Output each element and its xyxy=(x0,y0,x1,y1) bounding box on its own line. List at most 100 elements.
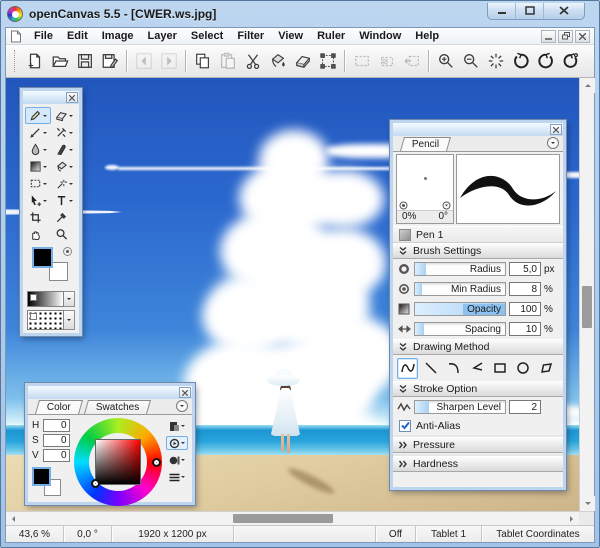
swap-colors-icon[interactable] xyxy=(63,247,72,256)
title-bar[interactable]: openCanvas 5.5 - [CWER.ws.jpg] xyxy=(5,1,595,27)
tool-pen[interactable] xyxy=(25,124,51,141)
tool-dropdown-icon[interactable] xyxy=(43,114,47,119)
horizontal-scroll-thumb[interactable] xyxy=(232,514,333,523)
tool-palette-titlebar[interactable] xyxy=(23,91,79,104)
brush-tip-preview[interactable]: 0% 0° xyxy=(396,154,454,224)
method-freehand-icon[interactable] xyxy=(397,357,418,379)
tool-finger[interactable] xyxy=(51,141,77,158)
cut-button[interactable] xyxy=(240,49,265,74)
tab-color[interactable]: Color xyxy=(34,400,83,414)
color-panel-titlebar[interactable] xyxy=(28,386,192,399)
mode-wheel-icon[interactable] xyxy=(165,436,188,450)
scroll-down-arrow[interactable] xyxy=(580,496,595,511)
tool-waterdrop[interactable] xyxy=(25,141,51,158)
pencil-panel-titlebar[interactable] xyxy=(393,123,563,136)
tool-eyedropper[interactable] xyxy=(51,209,77,226)
foreground-color-swatch[interactable] xyxy=(32,247,53,268)
radius-slider[interactable]: Radius xyxy=(414,262,506,276)
close-icon[interactable] xyxy=(179,387,191,398)
tool-hand[interactable] xyxy=(25,226,51,243)
mode-sliders-icon[interactable] xyxy=(166,470,189,484)
method-line-icon[interactable] xyxy=(420,358,441,379)
rotate-ccw-button[interactable] xyxy=(508,49,533,74)
pen-preset-row[interactable]: Pen 1 xyxy=(393,226,563,243)
save-button[interactable] xyxy=(72,49,97,74)
menu-edit[interactable]: Edit xyxy=(61,29,94,43)
panel-menu-icon[interactable] xyxy=(176,400,188,412)
close-button[interactable] xyxy=(544,3,584,19)
toolbar-grip[interactable] xyxy=(14,50,17,72)
vertical-scroll-thumb[interactable] xyxy=(582,286,592,329)
section-brush-settings[interactable]: Brush Settings xyxy=(393,243,563,259)
scroll-right-arrow[interactable] xyxy=(564,512,579,526)
menu-select[interactable]: Select xyxy=(185,29,229,43)
mdi-restore-button[interactable] xyxy=(558,29,573,43)
spacing-value[interactable]: 10 xyxy=(509,322,541,336)
saturation-field[interactable]: 0 xyxy=(43,434,70,447)
deselect-button[interactable] xyxy=(374,49,399,74)
saturation-value-square[interactable] xyxy=(94,439,141,485)
menu-ruler[interactable]: Ruler xyxy=(311,29,351,43)
fill-button[interactable] xyxy=(265,49,290,74)
tab-pencil[interactable]: Pencil xyxy=(399,137,452,151)
zoom-out-button[interactable] xyxy=(458,49,483,74)
pattern-preview[interactable] xyxy=(27,310,65,330)
save-as-button[interactable] xyxy=(97,49,122,74)
opacity-value[interactable]: 100 xyxy=(509,302,541,316)
foreground-color-swatch[interactable] xyxy=(32,467,51,486)
maximize-button[interactable] xyxy=(516,2,544,19)
radius-value[interactable]: 5,0 xyxy=(509,262,541,276)
menu-window[interactable]: Window xyxy=(353,29,407,43)
mdi-close-button[interactable] xyxy=(575,29,590,43)
eraser-button[interactable] xyxy=(290,49,315,74)
minimize-button[interactable] xyxy=(488,2,516,19)
tool-crop[interactable] xyxy=(25,209,51,226)
vertical-scrollbar[interactable] xyxy=(579,78,595,511)
tool-object-select[interactable] xyxy=(25,192,51,209)
pattern-dropdown[interactable] xyxy=(64,310,75,330)
zoom-in-button[interactable] xyxy=(433,49,458,74)
actual-size-button[interactable] xyxy=(483,49,508,74)
tool-select[interactable] xyxy=(25,175,51,192)
menu-layer[interactable]: Layer xyxy=(142,29,183,43)
method-ellipse-icon[interactable] xyxy=(512,358,533,379)
tool-eraser[interactable] xyxy=(51,107,77,124)
value-field[interactable]: 0 xyxy=(43,449,70,462)
method-polygon-icon[interactable] xyxy=(535,358,556,379)
menu-help[interactable]: Help xyxy=(409,29,445,43)
canvas[interactable]: Color Swatches H0 S0 V0 Pencil 0% 0° Pen… xyxy=(6,78,579,511)
close-icon[interactable] xyxy=(550,124,562,135)
sv-selector[interactable] xyxy=(90,479,100,488)
horizontal-scrollbar[interactable] xyxy=(6,511,579,526)
tool-pencil[interactable] xyxy=(25,107,51,124)
move-selection-button[interactable] xyxy=(399,49,424,74)
section-stroke-option[interactable]: Stroke Option xyxy=(393,381,563,397)
hue-field[interactable]: 0 xyxy=(43,419,70,432)
back-button[interactable] xyxy=(131,49,156,74)
paste-button[interactable] xyxy=(215,49,240,74)
min-radius-value[interactable]: 8 xyxy=(509,282,541,296)
color-wheel[interactable] xyxy=(73,418,162,506)
min-radius-slider[interactable]: Min Radius xyxy=(414,282,506,296)
section-drawing-method[interactable]: Drawing Method xyxy=(393,339,563,355)
anti-alias-checkbox[interactable] xyxy=(399,419,411,432)
tip-dropdown-icon[interactable] xyxy=(442,201,451,210)
hue-selector[interactable] xyxy=(151,458,161,467)
rotate-cw-button[interactable] xyxy=(533,49,558,74)
tool-magic-wand[interactable] xyxy=(51,175,77,192)
menu-view[interactable]: View xyxy=(272,29,309,43)
method-polyline-icon[interactable] xyxy=(466,358,487,379)
menu-image[interactable]: Image xyxy=(96,29,140,43)
tab-swatches[interactable]: Swatches xyxy=(83,400,152,414)
scroll-up-arrow[interactable] xyxy=(580,78,595,93)
mode-bar-icon[interactable] xyxy=(166,453,189,467)
forward-button[interactable] xyxy=(156,49,181,74)
tool-gradation[interactable] xyxy=(25,158,51,175)
new-file-button[interactable] xyxy=(22,49,47,74)
close-icon[interactable] xyxy=(66,92,78,103)
tool-zoom[interactable] xyxy=(51,226,77,243)
copy-button[interactable] xyxy=(190,49,215,74)
sharpen-level-value[interactable]: 2 xyxy=(509,400,541,414)
reset-rotation-button[interactable] xyxy=(558,49,583,74)
open-file-button[interactable] xyxy=(47,49,72,74)
